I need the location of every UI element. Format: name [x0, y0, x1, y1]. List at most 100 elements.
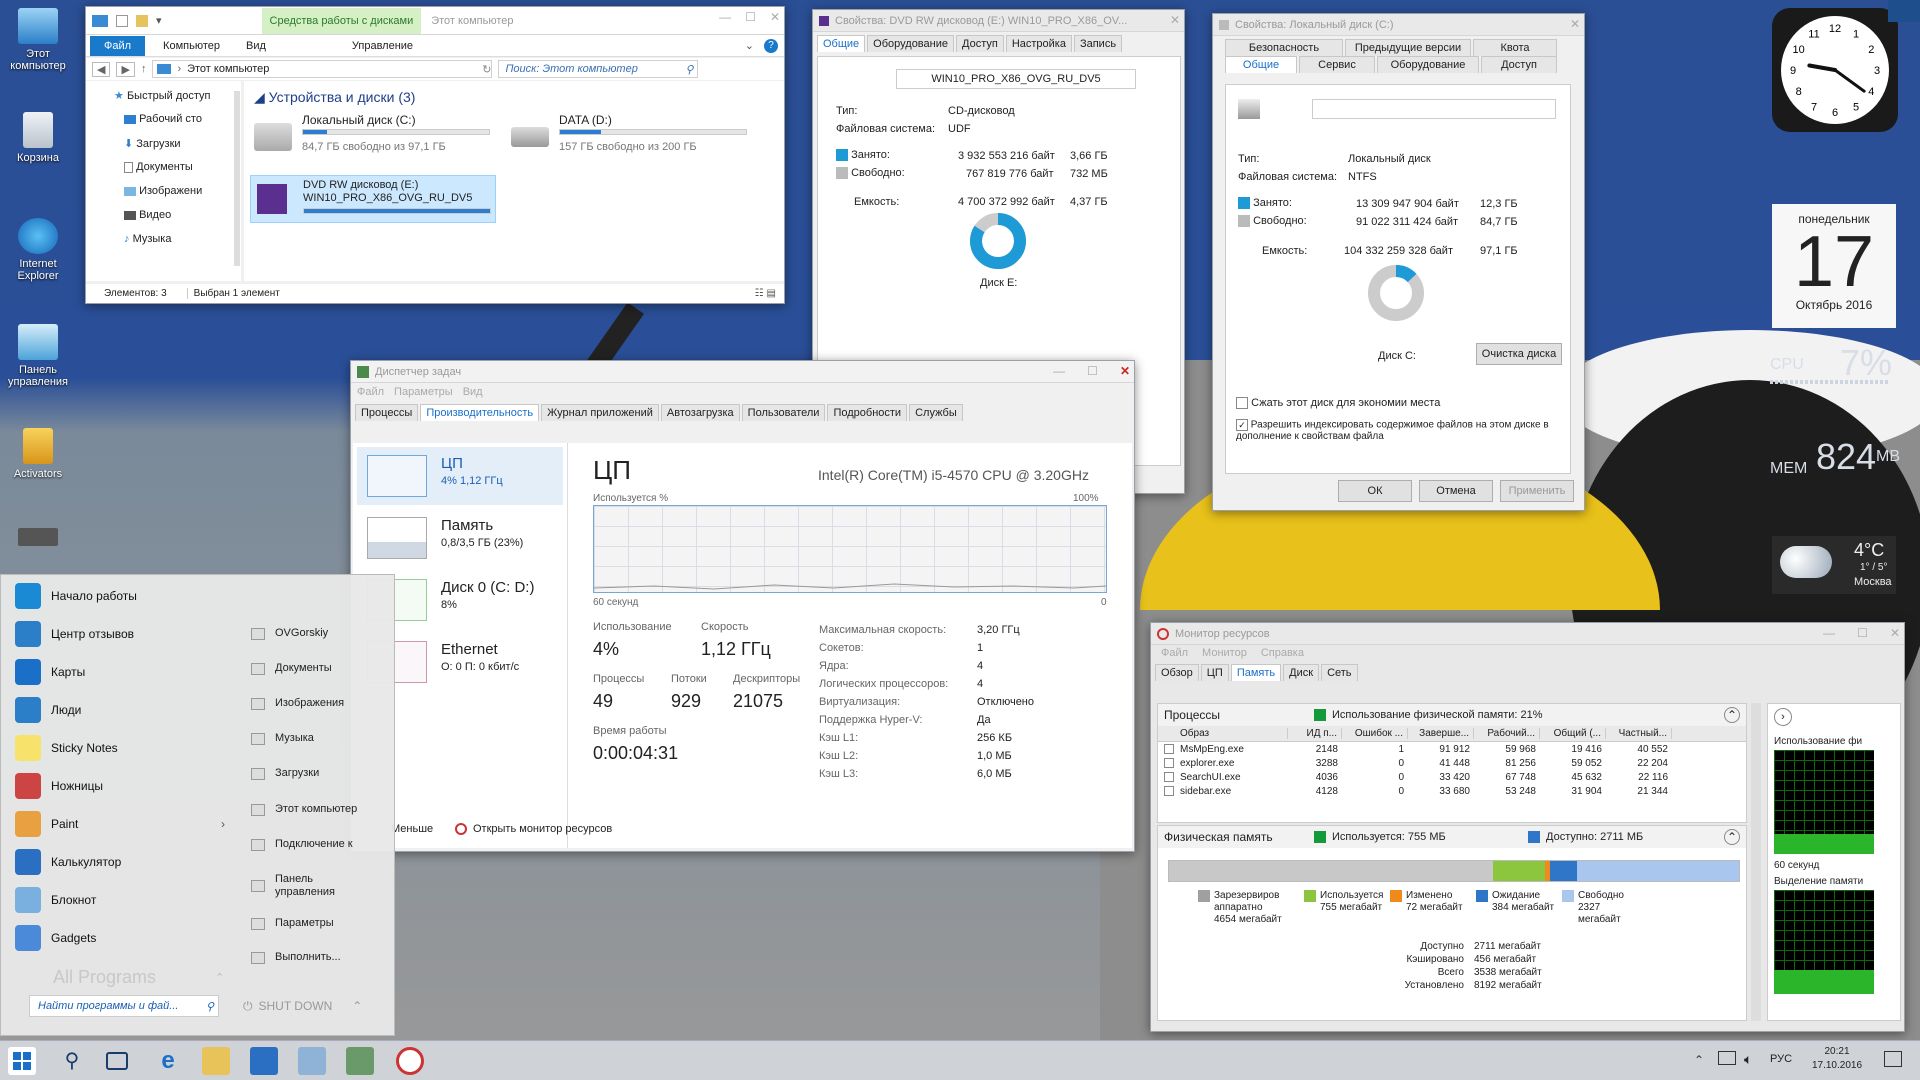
minimize-button[interactable]: — — [1823, 626, 1835, 640]
nav-item[interactable]: Изображени — [124, 185, 202, 197]
column-header[interactable]: Заверше... — [1408, 728, 1474, 739]
drive-app-icon[interactable] — [298, 1047, 326, 1075]
tab-general[interactable]: Общие — [817, 35, 866, 52]
menu-help[interactable]: Справка — [1261, 647, 1304, 659]
ribbon-tab-view[interactable]: Вид — [238, 40, 274, 52]
tab-overview[interactable]: Обзор — [1155, 664, 1199, 681]
start-app-item[interactable]: Калькулятор — [15, 849, 121, 875]
collapse-icon[interactable]: ⌃ — [1724, 707, 1740, 723]
minimize-button[interactable]: — — [719, 10, 731, 24]
ribbon-tab-manage[interactable]: Управление — [274, 40, 413, 52]
desktop-icon-ie[interactable]: Internet Explorer — [3, 218, 73, 282]
start-place-item[interactable]: Параметры — [251, 917, 375, 930]
properties-icon[interactable] — [116, 14, 128, 27]
network-icon[interactable] — [1718, 1051, 1736, 1065]
tab-sharing[interactable]: Доступ — [956, 35, 1004, 52]
ribbon-tab-computer[interactable]: Компьютер — [145, 40, 238, 52]
folder-icon[interactable] — [136, 14, 148, 27]
tab-general[interactable]: Общие — [1225, 56, 1297, 73]
all-programs[interactable]: All Programs — [53, 967, 156, 988]
desktop-icon-activators[interactable]: Activators — [3, 428, 73, 480]
nav-item[interactable]: Документы — [124, 161, 193, 173]
column-header[interactable]: Образ — [1158, 728, 1288, 739]
tab-tools[interactable]: Сервис — [1299, 56, 1375, 73]
shutdown-button[interactable]: ⏻ SHUT DOWN ⌃ — [243, 999, 362, 1014]
volume-label-field[interactable]: WIN10_PRO_X86_OVG_RU_DV5 — [896, 69, 1136, 89]
view-toggle-icons[interactable]: ☷ ▤ — [755, 288, 776, 299]
start-place-item[interactable]: Подключение к — [251, 838, 375, 851]
table-row[interactable]: SearchUI.exe 4036 0 33 420 67 748 45 632 22 11… — [1158, 770, 1746, 784]
tab-quota[interactable]: Квота — [1473, 39, 1557, 56]
tab-customize[interactable]: Настройка — [1005, 35, 1072, 52]
context-tab-disk-tools[interactable]: Средства работы с дисками — [261, 7, 422, 34]
start-app-item[interactable]: Карты — [15, 659, 85, 685]
nav-item[interactable]: ♪ Музыка — [124, 233, 171, 245]
start-place-item[interactable]: Документы — [251, 662, 375, 675]
notifications-icon[interactable] — [1884, 1051, 1902, 1067]
start-search-input[interactable]: Найти программы и фай... ⚲ — [29, 995, 219, 1017]
forward-button[interactable]: ▶ — [116, 61, 135, 77]
start-place-item[interactable]: Изображения — [251, 697, 375, 710]
table-row[interactable]: explorer.exe 3288 0 41 448 81 256 59 052 22 20… — [1158, 756, 1746, 770]
clock-gadget[interactable]: 12 1 2 3 4 5 6 7 8 9 10 11 — [1772, 8, 1898, 132]
row-checkbox[interactable] — [1164, 772, 1174, 782]
memory-gadget[interactable]: MEM 824 MB — [1768, 436, 1900, 486]
maximize-button[interactable]: ☐ — [1087, 364, 1098, 378]
drive-d[interactable]: DATA (D:) 157 ГБ свободно из 200 ГБ — [509, 113, 749, 161]
refresh-icon[interactable]: ↻ — [482, 63, 491, 76]
start-app-item[interactable]: Блокнот — [15, 887, 96, 913]
tab-startup[interactable]: Автозагрузка — [660, 404, 740, 421]
scrollbar[interactable] — [234, 91, 240, 266]
tab-network[interactable]: Сеть — [1321, 664, 1358, 681]
group-header[interactable]: ◢ Устройства и диски (3) — [254, 89, 415, 106]
column-header[interactable]: Ошибок ... — [1342, 728, 1408, 739]
close-button[interactable]: ✕ — [1570, 17, 1580, 31]
desktop-icon-control-panel[interactable]: Панель управления — [3, 324, 73, 388]
menu-options[interactable]: Параметры — [394, 386, 453, 398]
column-header[interactable]: ИД п... — [1288, 728, 1342, 739]
back-button[interactable]: ◀ — [92, 61, 111, 77]
nav-item[interactable]: ⬇ Загрузки — [124, 137, 181, 150]
weather-gadget[interactable]: 4°C 1° / 5° Москва — [1772, 536, 1896, 594]
nav-item[interactable]: Рабочий сто — [124, 113, 202, 125]
task-view-icon[interactable] — [106, 1052, 128, 1070]
tab-hardware[interactable]: Оборудование — [867, 35, 954, 52]
table-row[interactable]: MsMpEng.exe 2148 1 91 912 59 968 19 416 40 552 — [1158, 742, 1746, 756]
search-icon[interactable]: ⚲ — [58, 1047, 86, 1075]
desktop-icon-this-pc[interactable]: Этот компьютер — [3, 8, 73, 72]
tab-security[interactable]: Безопасность — [1225, 39, 1343, 56]
start-place-item[interactable]: OVGorskiy — [251, 627, 375, 640]
column-header[interactable]: Частный... — [1606, 728, 1672, 739]
compress-checkbox-row[interactable]: Сжать этот диск для экономии места — [1236, 397, 1440, 410]
close-button[interactable]: ✕ — [1120, 364, 1130, 378]
tab-cpu[interactable]: ЦП — [1200, 664, 1229, 681]
collapse-icon[interactable]: ⌃ — [1724, 829, 1740, 845]
start-place-item[interactable]: Панель управления — [251, 873, 375, 899]
start-app-item[interactable]: Начало работы — [15, 583, 137, 609]
index-checkbox[interactable]: ✓ — [1236, 419, 1248, 431]
start-place-item[interactable]: Музыка — [251, 732, 375, 745]
cancel-button[interactable]: Отмена — [1419, 480, 1493, 502]
apply-button[interactable]: Применить — [1500, 480, 1574, 502]
task-manager-taskbar-icon[interactable] — [346, 1047, 374, 1075]
volume-label-field[interactable] — [1312, 99, 1556, 119]
drive-c[interactable]: Локальный диск (C:) 84,7 ГБ свободно из … — [252, 113, 492, 161]
tab-disk[interactable]: Диск — [1283, 664, 1320, 681]
start-app-item[interactable]: Ножницы — [15, 773, 103, 799]
expand-graphs-icon[interactable]: › — [1774, 708, 1792, 726]
tab-services[interactable]: Службы — [909, 404, 963, 421]
close-button[interactable]: ✕ — [770, 10, 780, 24]
tab-hardware[interactable]: Оборудование — [1377, 56, 1479, 73]
row-checkbox[interactable] — [1164, 758, 1174, 768]
tab-previous-versions[interactable]: Предыдущие версии — [1345, 39, 1471, 56]
start-place-item[interactable]: Выполнить... — [251, 951, 375, 964]
side-item-memory[interactable]: Память 0,8/3,5 ГБ (23%) — [357, 509, 563, 567]
file-explorer-icon[interactable] — [202, 1047, 230, 1075]
volume-icon[interactable]: 🔈︎ — [1744, 1051, 1752, 1068]
drive-e[interactable]: DVD RW дисковод (E:) WIN10_PRO_X86_OVG_R… — [250, 175, 496, 223]
tab-memory[interactable]: Память — [1230, 664, 1282, 681]
start-app-item[interactable]: Люди — [15, 697, 81, 723]
physical-memory-header[interactable]: Физическая память Используется: 755 МБ Д… — [1158, 826, 1746, 848]
search-icon[interactable]: ⚲ — [685, 63, 693, 76]
ribbon-tab-file[interactable]: Файл — [90, 35, 146, 56]
